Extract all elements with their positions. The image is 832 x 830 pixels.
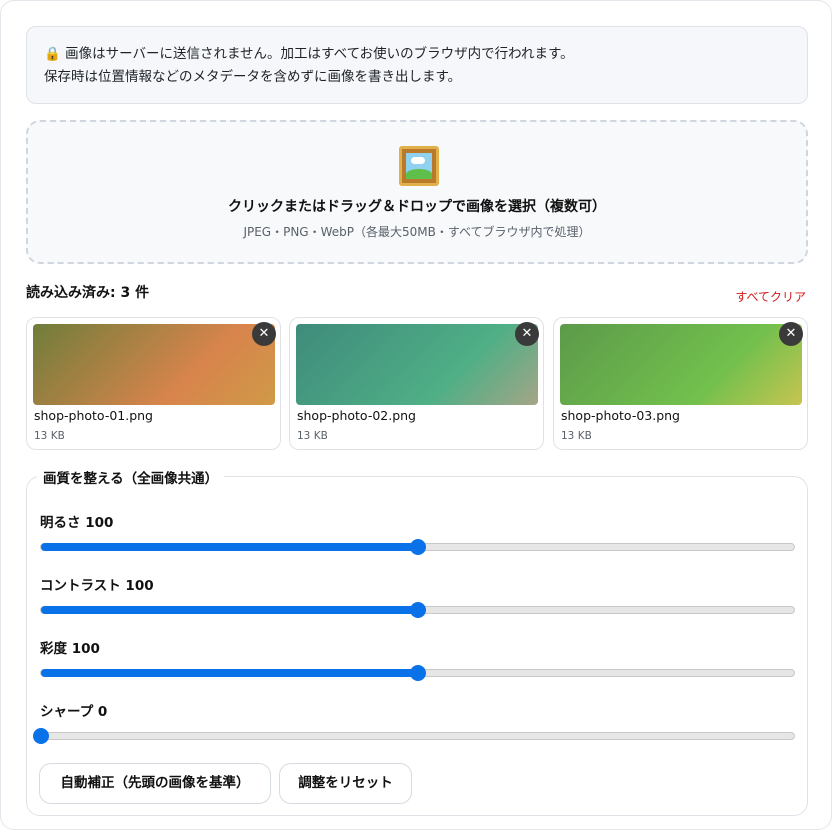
sharpen-slider[interactable] xyxy=(33,728,795,744)
brightness-slider[interactable] xyxy=(40,539,795,555)
dropzone-title: クリックまたはドラッグ＆ドロップで画像を選択（複数可） xyxy=(228,199,606,215)
thumbnail-image xyxy=(296,324,538,405)
dropzone-subtitle: JPEG・PNG・WebP（各最大50MB・すべてブラウザ内で処理） xyxy=(243,225,591,239)
slider-thumb[interactable] xyxy=(409,602,426,618)
loaded-count: 読み込み済み: 3 件 xyxy=(26,285,150,301)
brightness-label: 明るさ 100 xyxy=(40,515,114,531)
thumbnail-list: ✕ shop-photo-01.png 13 KB ✕ shop-photo-0… xyxy=(26,317,808,450)
file-name: shop-photo-03.png xyxy=(561,408,680,423)
file-size: 13 KB xyxy=(297,430,328,442)
slider-thumb[interactable] xyxy=(409,539,426,555)
contrast-label: コントラスト 100 xyxy=(40,578,154,594)
clear-all-button[interactable]: すべてクリア xyxy=(735,288,806,305)
app-page: 🔒 画像はサーバーに送信されません。加工はすべてお使いのブラウザ内で行われます。… xyxy=(0,0,832,830)
adjust-legend: 画質を整える（全画像共通） xyxy=(37,467,225,487)
file-size: 13 KB xyxy=(34,430,65,442)
auto-correct-button[interactable]: 自動補正（先頭の画像を基準） xyxy=(39,763,271,804)
reset-adjust-button[interactable]: 調整をリセット xyxy=(279,763,412,804)
privacy-notice: 🔒 画像はサーバーに送信されません。加工はすべてお使いのブラウザ内で行われます。… xyxy=(26,26,808,104)
thumbnail-image xyxy=(33,324,275,405)
slider-thumb[interactable] xyxy=(33,728,49,744)
file-size: 13 KB xyxy=(561,430,592,442)
thumbnail-card[interactable]: ✕ shop-photo-03.png 13 KB xyxy=(553,317,808,450)
saturation-label: 彩度 100 xyxy=(40,641,100,657)
remove-icon[interactable]: ✕ xyxy=(515,322,539,346)
notice-line-1: 🔒 画像はサーバーに送信されません。加工はすべてお使いのブラウザ内で行われます。 xyxy=(44,46,574,62)
file-name: shop-photo-02.png xyxy=(297,408,416,423)
contrast-slider[interactable] xyxy=(40,602,795,618)
thumbnail-image xyxy=(560,324,802,405)
remove-icon[interactable]: ✕ xyxy=(252,322,276,346)
thumbnail-card[interactable]: ✕ shop-photo-01.png 13 KB xyxy=(26,317,281,450)
picture-frame-icon xyxy=(399,146,439,186)
image-dropzone[interactable]: クリックまたはドラッグ＆ドロップで画像を選択（複数可） JPEG・PNG・Web… xyxy=(26,120,808,264)
slider-thumb[interactable] xyxy=(409,665,426,681)
thumbnail-card[interactable]: ✕ shop-photo-02.png 13 KB xyxy=(289,317,544,450)
saturation-slider[interactable] xyxy=(40,665,795,681)
file-name: shop-photo-01.png xyxy=(34,408,153,423)
remove-icon[interactable]: ✕ xyxy=(779,322,803,346)
notice-line-2: 保存時は位置情報などのメタデータを含めずに画像を書き出します。 xyxy=(44,69,462,85)
adjust-panel: 画質を整える（全画像共通） 明るさ 100 コントラスト 100 彩度 100 … xyxy=(26,467,808,816)
sharpen-label: シャープ 0 xyxy=(40,704,108,720)
